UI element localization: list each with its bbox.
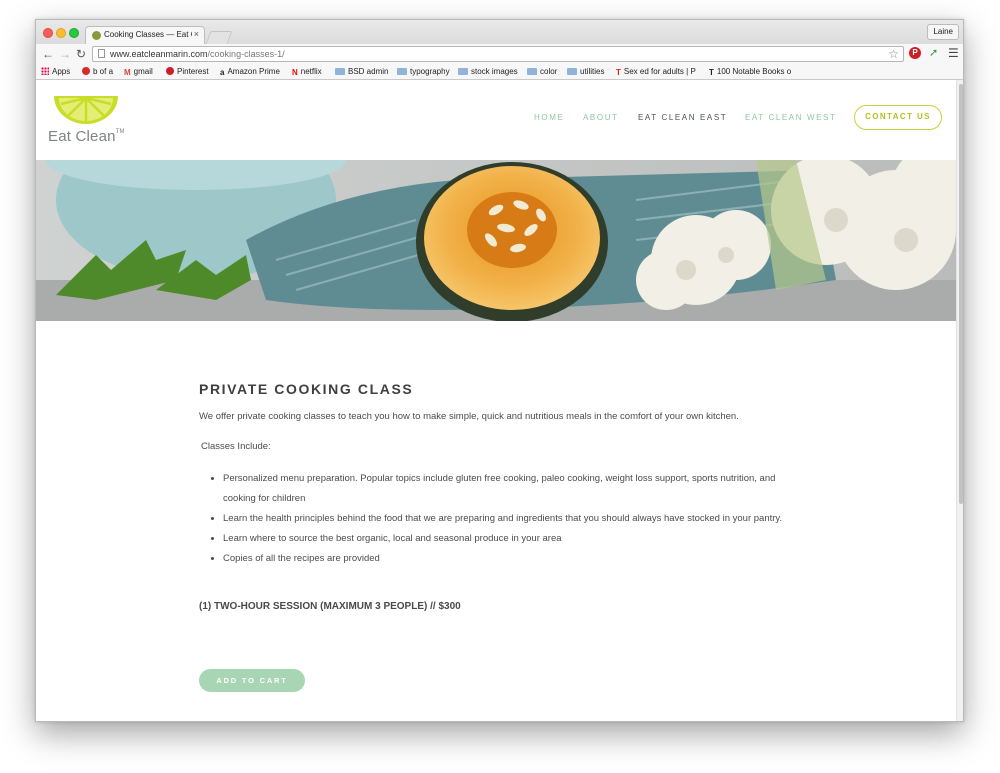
folder-icon [527,68,537,75]
lemon-logo-icon[interactable] [48,94,128,154]
nyt-icon: T [709,68,714,77]
folder-icon [458,68,468,75]
pinterest-icon [166,67,174,75]
menu-icon[interactable]: ☰ [948,46,959,60]
bookmark-star-icon[interactable]: ☆ [888,47,899,61]
profile-button[interactable]: Laine [927,24,959,40]
back-arrow-icon[interactable]: ← [42,47,54,61]
folder-icon [567,68,577,75]
tab-strip: Cooking Classes — Eat Cl × Laine [36,20,963,44]
bookmark-item[interactable]: Apps [41,66,70,77]
amazon-icon: a [220,68,225,77]
folder-icon [397,68,407,75]
list-item: Learn where to source the best organic, … [223,529,803,549]
reload-icon[interactable]: ↻ [76,47,86,61]
logo-text[interactable]: Eat CleanTM [48,128,125,145]
nav-eat-clean-east[interactable]: EAT CLEAN EAST [638,113,727,122]
list-item: Personalized menu preparation. Popular t… [223,469,803,509]
price-line: (1) TWO-HOUR SESSION (MAXIMUM 3 PEOPLE) … [199,601,461,612]
bookmark-item[interactable]: T 100 Notable Books o [709,66,797,78]
scrollbar[interactable] [956,80,963,721]
pinterest-extension-icon[interactable]: P [909,47,921,59]
tab-cooking-classes[interactable]: Cooking Classes — Eat Cl × [85,26,205,44]
browser-toolbar: ← → ↻ www.eatcleanmarin.com/cooking-clas… [36,44,963,64]
forward-arrow-icon[interactable]: → [59,47,71,61]
address-bar[interactable]: www.eatcleanmarin.com/cooking-classes-1/… [92,46,904,62]
new-tab-button[interactable] [205,31,233,44]
nav-eat-clean-west[interactable]: EAT CLEAN WEST [745,113,836,122]
page-title: PRIVATE COOKING CLASS [199,381,414,397]
product-content: PRIVATE COOKING CLASS We offer private c… [199,381,799,612]
features-list: Personalized menu preparation. Popular t… [209,469,803,569]
bookmark-item[interactable]: Nnetflix [292,66,322,78]
contact-us-button[interactable]: CONTACT US [854,105,942,130]
intro-text: We offer private cooking classes to teac… [199,411,739,422]
bookmark-item[interactable]: typography [397,66,450,77]
url-text: www.eatcleanmarin.com/cooking-classes-1/ [110,49,285,59]
browser-window: Cooking Classes — Eat Cl × Laine ← → ↻ w… [35,19,964,722]
minimize-window-button[interactable] [56,28,66,38]
folder-icon [335,68,345,75]
bookmark-item[interactable]: Mgmail [124,66,153,78]
page-icon [98,49,105,58]
scroll-thumb[interactable] [959,84,963,504]
bookmarks-bar: Apps b of a Mgmail Pinterest a Amazon Pri… [36,64,963,80]
netflix-icon: N [292,68,298,77]
bookmark-item[interactable]: color [527,66,557,77]
zoom-window-button[interactable] [69,28,79,38]
close-window-button[interactable] [43,28,53,38]
bookmark-item[interactable]: b of a [82,66,113,77]
gmail-icon: M [124,68,131,77]
list-item: Learn the health principles behind the f… [223,509,803,529]
nav-about[interactable]: ABOUT [583,113,619,122]
add-to-cart-button[interactable]: ADD TO CART [199,669,305,692]
extension-tool-icon[interactable]: ➚ [929,46,938,59]
bookmark-item[interactable]: a Amazon Prime [220,66,280,78]
bookmark-item[interactable]: T Sex ed for adults | P [616,66,704,78]
hero-image [36,160,956,321]
web-page: Eat CleanTM HOME ABOUT EAT CLEAN EAST EA… [36,80,956,721]
bookmark-item[interactable]: stock images [458,66,518,77]
apps-grid-icon [41,67,49,75]
list-item: Copies of all the recipes are provided [223,549,803,569]
bookmark-item[interactable]: Pinterest [166,66,209,77]
bofa-icon [82,67,90,75]
bookmark-item[interactable]: BSD admin [335,66,388,77]
nav-home[interactable]: HOME [534,113,564,122]
tab-title: Cooking Classes — Eat Cl [104,30,192,39]
bookmark-item[interactable]: utilities [567,66,604,77]
t-icon: T [616,68,621,77]
tab-close-icon[interactable]: × [194,29,199,39]
site-favicon-icon [92,31,101,40]
classes-include-label: Classes Include: [201,441,271,452]
